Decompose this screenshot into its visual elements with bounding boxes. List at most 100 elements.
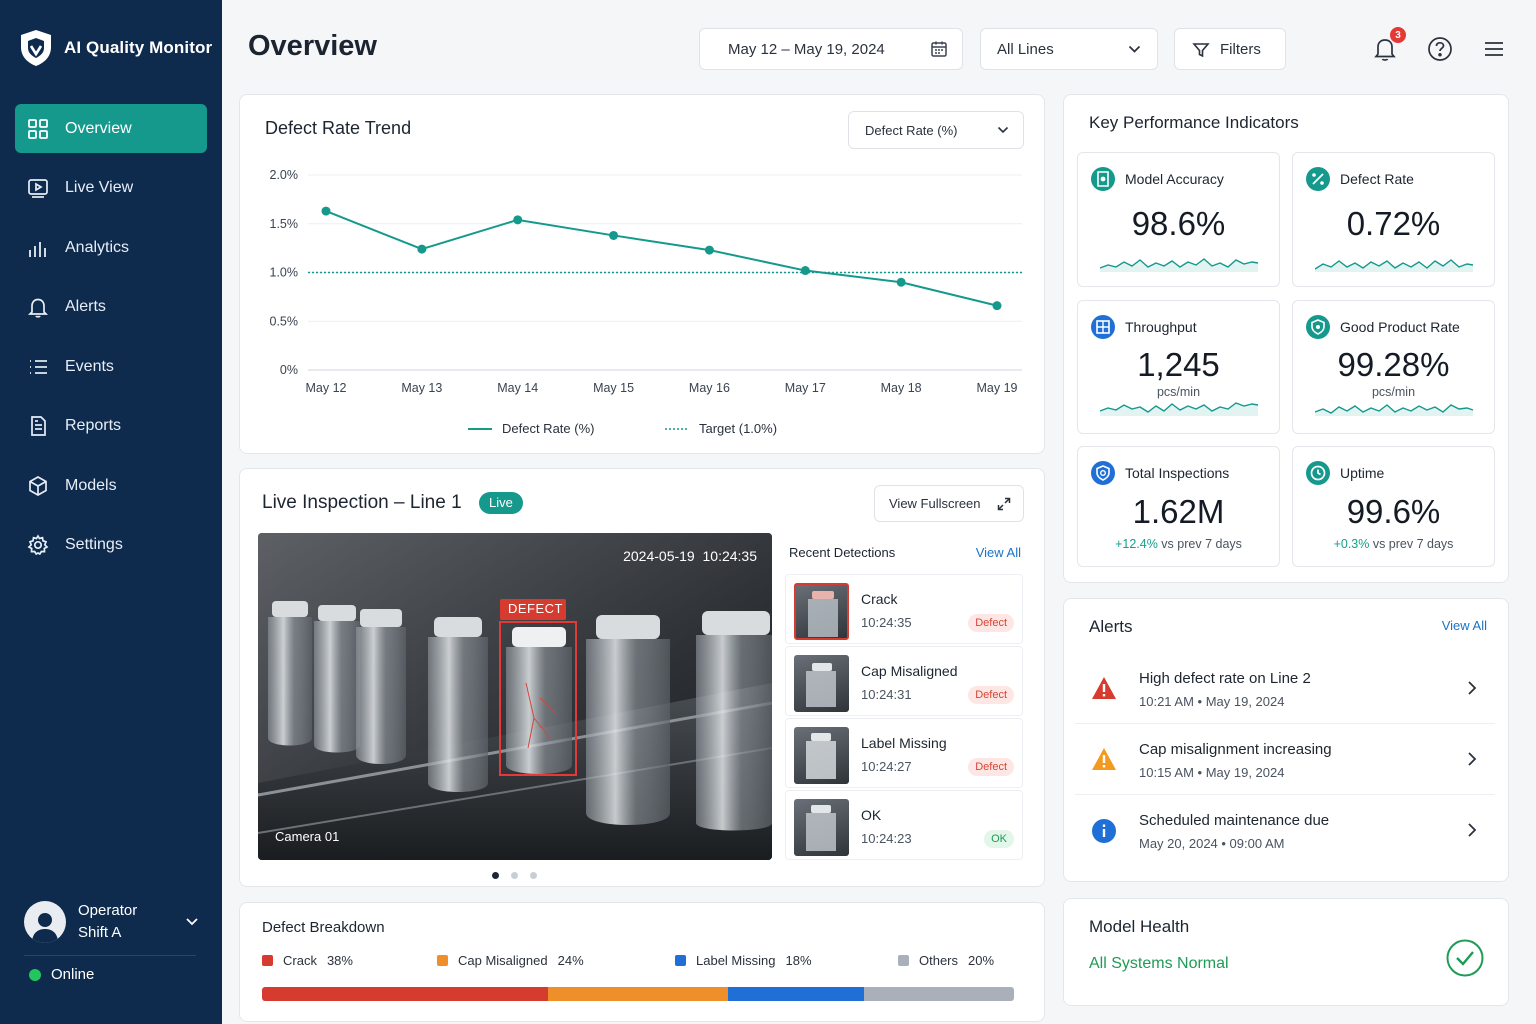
alert-item[interactable]: Scheduled maintenance due May 20, 2024 •… [1075, 796, 1495, 866]
sidebar-item-live-view[interactable]: Live View [15, 164, 207, 213]
status-badge: Defect [968, 686, 1014, 704]
kpi-tile[interactable]: Defect Rate 0.72% [1292, 152, 1495, 287]
sidebar-item-reports[interactable]: Reports [15, 402, 207, 451]
legend-label: Others [919, 953, 959, 968]
kpi-tile[interactable]: Good Product Rate 99.28% pcs/min [1292, 300, 1495, 434]
date-range-picker[interactable]: May 12 – May 19, 2024 [699, 28, 963, 70]
data-point [513, 215, 523, 225]
sidebar-item-models[interactable]: Models [15, 461, 207, 510]
sidebar-item-label: Settings [65, 536, 123, 553]
view-all-alerts-link[interactable]: View All [1442, 618, 1487, 633]
grid-icon [28, 118, 48, 139]
legend-target[interactable]: Target (1.0%) [665, 421, 777, 436]
kpi-value: 99.6% [1346, 493, 1441, 530]
shield-check-icon [1306, 315, 1330, 339]
sparkline [1315, 404, 1474, 416]
legend-series[interactable]: Defect Rate (%) [468, 421, 594, 436]
alert-title: Scheduled maintenance due [1139, 812, 1330, 829]
detection-item[interactable]: Cap Misaligned 10:24:31 Defect [785, 646, 1023, 716]
legend-swatch [675, 955, 686, 966]
kpi-unit: pcs/min [1371, 385, 1416, 399]
legend-label: Label Missing [696, 953, 776, 968]
detection-item[interactable]: OK 10:24:23 OK [785, 790, 1023, 860]
sidebar-item-events[interactable]: Events [15, 342, 207, 391]
brand[interactable]: AI Quality Monitor [18, 28, 212, 68]
carousel-dot-active[interactable] [492, 872, 499, 879]
x-tick-label: May 14 [497, 381, 538, 395]
help-button[interactable] [1425, 34, 1455, 64]
bar-segment [547, 987, 729, 1001]
sidebar-item-settings[interactable]: Settings [15, 521, 207, 570]
operator-name: Operator [78, 902, 138, 919]
document-icon [31, 416, 46, 436]
card-title: Model Health [1089, 917, 1190, 936]
detection-time: 10:24:27 [861, 759, 912, 774]
alert-item[interactable]: High defect rate on Line 2 10:21 AM • Ma… [1075, 654, 1495, 724]
status-badge: Defect [968, 614, 1014, 632]
legend-pct: 20% [968, 953, 995, 968]
sidebar-item-alerts[interactable]: Alerts [15, 283, 207, 332]
detection-item[interactable]: Crack 10:24:35 Defect [785, 574, 1023, 644]
detection-thumbnail [794, 583, 849, 640]
defect-trend-card: Defect Rate Trend Defect Rate (%) 2.0% 1.… [239, 94, 1045, 454]
operator-shift: Shift A [78, 924, 122, 941]
carousel-dot[interactable] [511, 872, 518, 879]
menu-button[interactable] [1479, 34, 1509, 64]
chevron-right-icon [1468, 681, 1477, 695]
line-select-value: All Lines [997, 40, 1054, 58]
breakdown-legend-cap-misaligned: Cap Misaligned 24% [437, 953, 584, 968]
x-tick-label: May 19 [977, 381, 1018, 395]
kpi-label: Throughput [1125, 319, 1197, 335]
list-icon [30, 359, 47, 374]
data-point [992, 301, 1002, 311]
detection-thumbnail [794, 727, 849, 784]
sidebar-item-analytics[interactable]: Analytics [15, 223, 207, 272]
kpi-tile[interactable]: Throughput 1,245 pcs/min [1077, 300, 1280, 434]
expand-icon [997, 497, 1011, 511]
sidebar-item-label: Live View [65, 179, 134, 196]
detection-item[interactable]: Label Missing 10:24:27 Defect [785, 718, 1023, 788]
data-point [704, 245, 714, 255]
alert-item[interactable]: Cap misalignment increasing 10:15 AM • M… [1075, 725, 1495, 795]
carousel-dot[interactable] [530, 872, 537, 879]
bell-icon [27, 298, 49, 318]
sidebar-item-label: Analytics [65, 238, 130, 256]
bottle-thumbnail [806, 805, 836, 851]
filters-label: Filters [1220, 40, 1261, 58]
data-point [896, 277, 906, 287]
page-title: Overview [248, 30, 377, 62]
kpi-tile[interactable]: Uptime 99.6% +0.3% vs prev 7 days [1292, 446, 1495, 567]
x-tick-label: May 16 [689, 381, 730, 395]
view-fullscreen-button[interactable]: View Fullscreen [874, 485, 1024, 522]
carousel-dots [492, 872, 537, 879]
x-tick-label: May 15 [593, 381, 634, 395]
line-select[interactable]: All Lines [980, 28, 1158, 70]
status-label: Online [51, 966, 95, 983]
breakdown-legend-others: Others 20% [898, 953, 994, 968]
defect-breakdown-card: Defect Breakdown Crack 38% Cap Misaligne… [239, 902, 1045, 1022]
x-tick-label: May 12 [306, 381, 347, 395]
kpi-label: Defect Rate [1340, 171, 1414, 187]
kpi-label: Uptime [1340, 465, 1385, 481]
fullscreen-label: View Fullscreen [889, 496, 981, 511]
legend-swatch [437, 955, 448, 966]
filters-button[interactable]: Filters [1174, 28, 1286, 70]
kpi-label: Model Accuracy [1125, 171, 1224, 187]
warning-triangle-icon [1092, 748, 1116, 770]
sidebar: AI Quality Monitor Overview Live View An… [0, 0, 222, 1024]
operator-menu[interactable]: Operator Shift A [24, 900, 199, 944]
sidebar-item-overview[interactable]: Overview [15, 104, 207, 153]
feed-timestamp: 2024-05-19 10:24:35 [623, 548, 757, 564]
kpi-tile[interactable]: Total Inspections 1.62M +12.4% vs prev 7 d… [1077, 446, 1280, 567]
data-point [321, 206, 331, 216]
x-tick-label: May 18 [881, 381, 922, 395]
kpi-tile[interactable]: Model Accuracy 98.6% [1077, 152, 1280, 287]
detection-thumbnail [794, 799, 849, 856]
hamburger-icon [1485, 42, 1503, 56]
bottle-thumbnail [806, 733, 836, 779]
view-all-detections-link[interactable]: View All [976, 545, 1021, 560]
detection-time: 10:24:23 [861, 831, 912, 846]
detection-time: 10:24:35 [861, 615, 912, 630]
camera-feed[interactable]: DEFECT 2024-05-19 10:24:35 Camera 01 [258, 533, 772, 860]
bottle-thumbnail [806, 663, 836, 707]
